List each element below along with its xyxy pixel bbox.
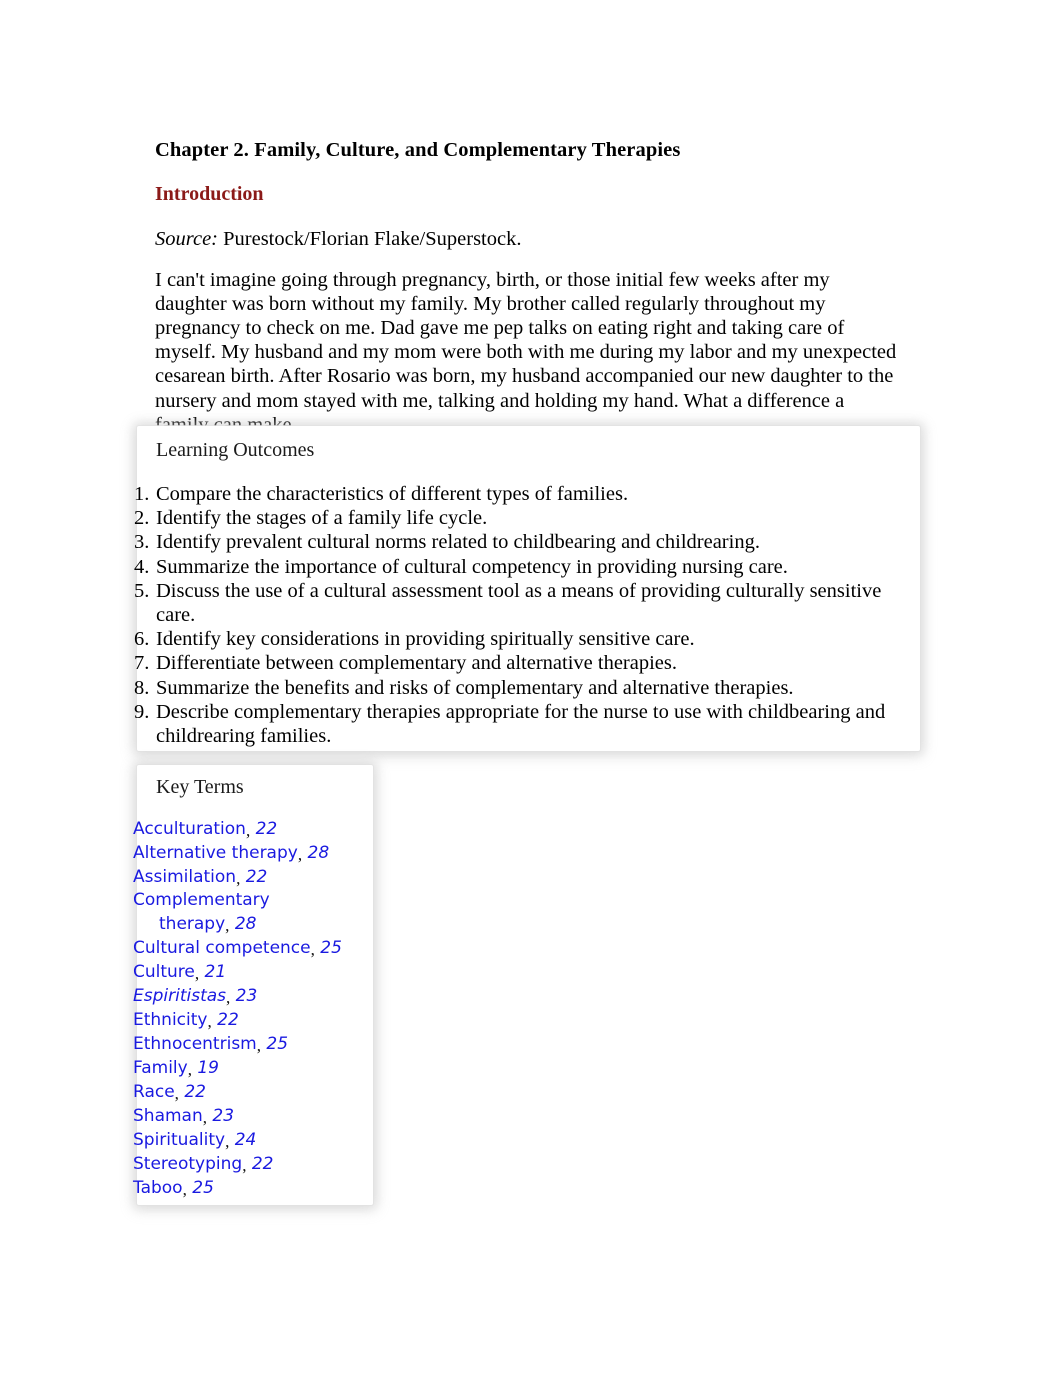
key-term-entry[interactable]: Ethnicity, 22 xyxy=(133,1008,463,1032)
learning-outcome-item: 3. Identify prevalent cultural norms rela… xyxy=(134,530,924,554)
learning-outcome-number: 5. xyxy=(134,579,150,602)
key-term-label[interactable]: Spirituality xyxy=(133,1130,225,1150)
key-term-separator: , xyxy=(182,1180,187,1199)
key-term-label[interactable]: Family xyxy=(133,1058,188,1078)
learning-outcome-text: Identify key considerations in providing… xyxy=(156,628,695,651)
key-term-separator: , xyxy=(174,1084,179,1103)
introduction-paragraph: I can't imagine going through pregnancy,… xyxy=(155,268,897,436)
key-term-entry[interactable]: Complementary therapy, 28 xyxy=(133,889,309,936)
key-term-label[interactable]: Stereotyping xyxy=(133,1154,242,1174)
key-term-entry[interactable]: Stereotyping, 22 xyxy=(133,1152,463,1176)
key-term-label[interactable]: Ethnicity xyxy=(133,1010,207,1030)
key-term-entry[interactable]: Spirituality, 24 xyxy=(133,1128,463,1152)
key-term-label[interactable]: Taboo xyxy=(133,1178,183,1198)
key-term-label[interactable]: Ethnocentrism xyxy=(133,1034,257,1054)
document-page: Chapter 2. Family, Culture, and Compleme… xyxy=(0,0,1062,1375)
key-term-page-number: 23 xyxy=(235,986,258,1006)
source-credit-line: Source: Purestock/Florian Flake/Supersto… xyxy=(155,227,521,252)
key-term-separator: , xyxy=(236,869,241,888)
key-term-separator: , xyxy=(194,964,200,983)
key-term-entry[interactable]: Ethnocentrism, 25 xyxy=(133,1032,463,1056)
key-term-label[interactable]: Cultural competence xyxy=(133,938,311,958)
key-term-entry[interactable]: Alternative therapy, 28 xyxy=(133,841,463,865)
learning-outcome-text: Describe complementary therapies appropr… xyxy=(156,700,886,748)
key-term-entry[interactable]: Acculturation, 22 xyxy=(133,817,463,841)
key-term-entry[interactable]: Assimilation, 22 xyxy=(133,865,463,889)
learning-outcome-item: 2. Identify the stages of a family life c… xyxy=(134,506,924,530)
key-term-page-number: 25 xyxy=(320,938,342,958)
learning-outcome-number: 2. xyxy=(134,507,150,530)
learning-outcome-item: 6. Identify key considerations in providi… xyxy=(134,627,924,651)
key-terms-list: Acculturation, 22 Alternative therapy, 28… xyxy=(133,817,463,1200)
learning-outcome-item: 5. Discuss the use of a cultural assessme… xyxy=(134,579,924,627)
page-title: Chapter 2. Family, Culture, and Compleme… xyxy=(155,138,681,161)
key-term-separator: , xyxy=(225,916,230,935)
learning-outcome-text: Summarize the benefits and risks of comp… xyxy=(156,676,794,699)
key-term-page-number: 22 xyxy=(217,1010,239,1030)
section-heading-introduction: Introduction xyxy=(155,182,264,205)
key-term-page-number: 22 xyxy=(255,819,278,839)
key-term-page-number: 25 xyxy=(192,1178,214,1198)
learning-outcome-item: 1. Compare the characteristics of differe… xyxy=(134,482,924,506)
key-term-separator: , xyxy=(310,940,315,959)
key-term-separator: , xyxy=(245,821,251,840)
key-term-separator: , xyxy=(202,1108,207,1127)
key-term-label[interactable]: Assimilation xyxy=(133,867,236,887)
key-term-separator: , xyxy=(187,1060,192,1079)
learning-outcome-text: Identify the stages of a family life cyc… xyxy=(156,507,488,530)
learning-outcomes-list: 1. Compare the characteristics of differe… xyxy=(134,482,924,748)
learning-outcome-number: 7. xyxy=(134,652,150,675)
learning-outcome-text: Summarize the importance of cultural com… xyxy=(156,555,788,578)
key-term-page-number: 22 xyxy=(245,867,268,887)
key-term-label[interactable]: Espiritistas xyxy=(133,986,226,1006)
learning-outcome-item: 4. Summarize the importance of cultural c… xyxy=(134,555,924,579)
key-term-separator: , xyxy=(256,1036,261,1055)
key-term-separator: , xyxy=(207,1012,212,1031)
key-term-page-number: 25 xyxy=(266,1034,289,1054)
learning-outcome-item: 7. Differentiate between complementary an… xyxy=(134,651,924,675)
learning-outcome-text: Discuss the use of a cultural assessment… xyxy=(156,579,882,627)
learning-outcome-item: 8. Summarize the benefits and risks of co… xyxy=(134,676,924,700)
learning-outcome-number: 1. xyxy=(134,483,150,505)
key-term-label[interactable]: Acculturation xyxy=(133,819,246,839)
key-term-entry[interactable]: Race, 22 xyxy=(133,1080,463,1104)
source-credit: Purestock/Florian Flake/Superstock. xyxy=(223,227,522,250)
key-term-page-number: 24 xyxy=(234,1130,257,1150)
learning-outcome-item: 9. Describe complementary therapies appro… xyxy=(134,700,924,748)
key-term-entry[interactable]: Espiritistas, 23 xyxy=(133,984,463,1008)
key-term-page-number: 21 xyxy=(204,962,227,982)
learning-outcome-number: 4. xyxy=(134,555,150,578)
key-term-separator: , xyxy=(225,1132,230,1151)
learning-outcome-number: 8. xyxy=(134,676,150,699)
key-term-separator: , xyxy=(242,1156,247,1175)
key-term-page-number: 22 xyxy=(251,1154,274,1174)
key-term-entry[interactable]: Culture, 21 xyxy=(133,960,463,984)
key-term-separator: , xyxy=(226,988,231,1007)
key-term-separator: , xyxy=(297,845,303,864)
key-terms-title: Key Terms xyxy=(156,776,244,798)
key-term-entry[interactable]: Cultural competence, 25 xyxy=(133,936,463,960)
key-term-page-number: 19 xyxy=(197,1058,219,1078)
key-term-entry[interactable]: Taboo, 25 xyxy=(133,1176,463,1200)
key-term-page-number: 23 xyxy=(212,1106,235,1126)
learning-outcome-text: Differentiate between complementary and … xyxy=(156,652,677,675)
key-term-page-number: 28 xyxy=(234,914,257,934)
key-term-label[interactable]: Shaman xyxy=(133,1106,203,1126)
key-term-page-number: 28 xyxy=(307,843,330,863)
key-term-entry[interactable]: Family, 19 xyxy=(133,1056,463,1080)
key-term-entry[interactable]: Shaman, 23 xyxy=(133,1104,463,1128)
key-term-page-number: 22 xyxy=(184,1082,206,1102)
source-label: Source: xyxy=(155,227,218,250)
key-term-label[interactable]: Culture xyxy=(133,962,195,982)
key-term-label[interactable]: Alternative therapy xyxy=(133,843,298,863)
learning-outcomes-title: Learning Outcomes xyxy=(156,439,315,461)
learning-outcome-number: 6. xyxy=(134,628,150,651)
learning-outcome-number: 9. xyxy=(134,700,150,723)
learning-outcome-text: Compare the characteristics of different… xyxy=(156,483,629,505)
key-term-label[interactable]: Race xyxy=(133,1082,175,1102)
learning-outcome-text: Identify prevalent cultural norms relate… xyxy=(156,531,760,554)
learning-outcome-number: 3. xyxy=(134,531,150,554)
